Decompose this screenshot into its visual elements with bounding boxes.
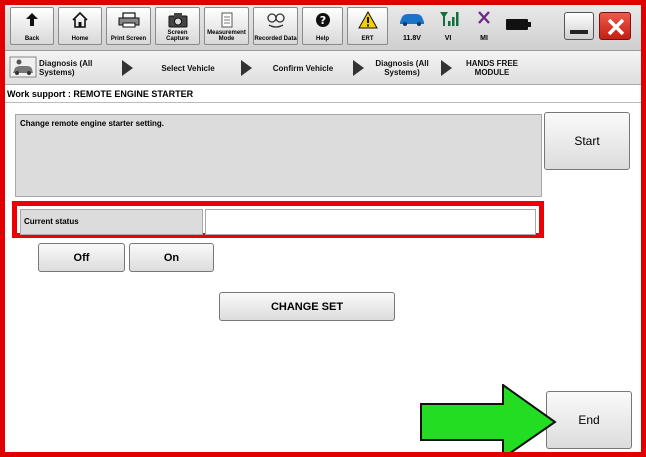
help-label: Help [315, 36, 329, 42]
x-mark-icon [477, 10, 491, 30]
battery-voltage-indicator: 11.8V [394, 7, 430, 45]
screen-capture-label: Screen Capture [166, 30, 189, 42]
green-arrow-icon [420, 384, 557, 452]
home-button[interactable]: Home [58, 7, 102, 45]
measurement-mode-button[interactable]: Measurement Mode [204, 7, 249, 45]
vi-label: VI [444, 35, 452, 42]
measurement-mode-label: Measurement Mode [207, 30, 246, 42]
screen-capture-button[interactable]: Screen Capture [155, 7, 200, 45]
close-icon [607, 18, 625, 36]
breadcrumb-arrow-icon [122, 60, 133, 76]
ert-label: ERT [361, 36, 374, 42]
recorded-data-label: Recorded Data [254, 36, 297, 42]
current-status-value [205, 209, 536, 235]
car-icon [398, 12, 426, 31]
minimize-button[interactable] [564, 12, 594, 40]
breadcrumb-item-hands-free-module[interactable]: HANDS FREE MODULE [456, 55, 528, 81]
help-icon: ? [303, 10, 342, 30]
minimize-icon [570, 30, 588, 34]
battery-tip-icon [528, 22, 531, 27]
printer-icon [107, 10, 150, 30]
mi-label: MI [480, 35, 488, 42]
svg-text:?: ? [319, 14, 325, 27]
camera-icon [156, 10, 199, 30]
help-button[interactable]: ? Help [302, 7, 343, 45]
current-status-label: Current status [20, 209, 203, 235]
print-screen-label: Print Screen [110, 36, 147, 42]
back-button[interactable]: Back [10, 7, 54, 45]
breadcrumb-arrow-icon [441, 60, 452, 76]
warning-icon [348, 10, 387, 30]
recorded-data-button[interactable]: Recorded Data [253, 7, 298, 45]
battery-icon [506, 19, 528, 30]
close-button[interactable] [599, 12, 631, 40]
ert-button[interactable]: ERT [347, 7, 388, 45]
measurement-icon [205, 10, 248, 30]
recorded-data-icon [254, 10, 297, 30]
print-screen-button[interactable]: Print Screen [106, 7, 151, 45]
signal-icon [439, 10, 459, 32]
back-arrow-icon [11, 10, 53, 30]
battery-voltage-label: 11.8V [403, 35, 421, 42]
breadcrumb-arrow-icon [241, 60, 252, 76]
start-button[interactable]: Start [544, 112, 630, 170]
page-title: Work support : REMOTE ENGINE STARTER [5, 85, 641, 103]
toolbar: Back Home Print Screen Screen Capture Me… [5, 5, 641, 51]
work-support-panel: Change remote engine starter setting. St… [5, 104, 641, 452]
breadcrumb-item-diagnosis-systems[interactable]: Diagnosis (All Systems) [367, 55, 437, 81]
breadcrumb-arrow-icon [353, 60, 364, 76]
app-window: Back Home Print Screen Screen Capture Me… [0, 0, 646, 457]
change-set-button[interactable]: CHANGE SET [219, 292, 395, 321]
back-label: Back [24, 36, 40, 42]
home-icon [59, 10, 101, 30]
mi-indicator: MI [472, 7, 496, 45]
vi-indicator: VI [435, 7, 461, 45]
on-button[interactable]: On [129, 243, 214, 272]
breadcrumb-item-diagnosis[interactable]: Diagnosis (All Systems) [39, 55, 115, 81]
breadcrumb-item-confirm-vehicle[interactable]: Confirm Vehicle [256, 55, 350, 81]
breadcrumb-item-select-vehicle[interactable]: Select Vehicle [138, 55, 238, 81]
home-label: Home [71, 36, 89, 42]
off-button[interactable]: Off [38, 243, 125, 272]
technician-car-icon [9, 56, 37, 83]
current-status-highlight: Current status [12, 201, 544, 238]
breadcrumb: Diagnosis (All Systems) Select Vehicle C… [5, 51, 641, 85]
description-box: Change remote engine starter setting. [15, 114, 542, 197]
